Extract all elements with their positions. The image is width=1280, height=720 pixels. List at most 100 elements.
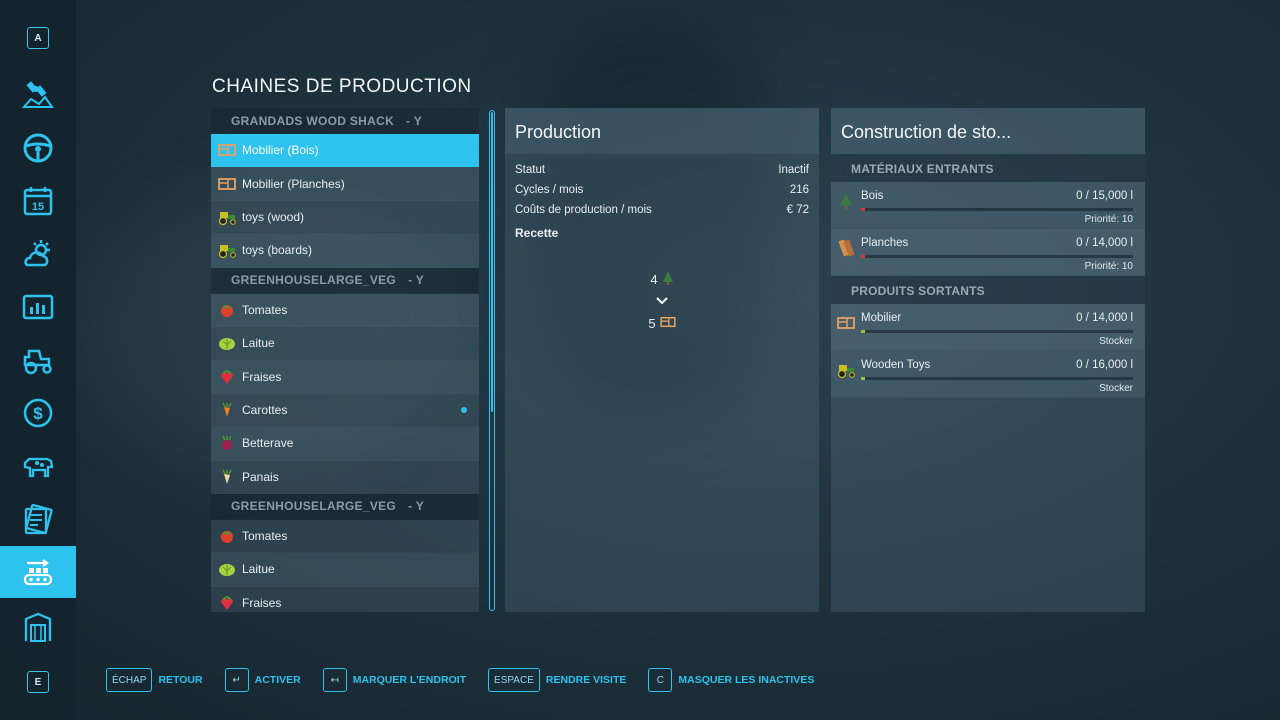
scrollbar-thumb[interactable] xyxy=(491,112,493,412)
stat-value: Inactif xyxy=(778,164,809,176)
fill-bar-level xyxy=(861,377,865,380)
production-icon xyxy=(23,559,53,586)
toy-tractor-icon xyxy=(836,359,856,381)
satellite-map-icon xyxy=(21,81,54,108)
material-priority[interactable]: Priorité: 10 xyxy=(1085,261,1133,272)
list-item[interactable]: Mobilier (Planches) xyxy=(211,167,479,201)
parsnip-icon xyxy=(217,468,237,486)
stat-row: Cycles / mois 216 xyxy=(505,180,819,200)
list-item[interactable]: Tomates xyxy=(211,519,479,554)
product-mode[interactable]: Stocker xyxy=(1099,383,1133,394)
hide-inactive-button[interactable]: MASQUER LES INACTIVES xyxy=(678,674,814,686)
list-item[interactable]: toys (wood) xyxy=(211,200,479,235)
fill-bar-level xyxy=(861,330,865,333)
mark-location-button[interactable]: MARQUER L'ENDROIT xyxy=(353,674,466,686)
fill-bar xyxy=(861,377,1133,380)
group-name: GREENHOUSELARGE_VEG xyxy=(231,499,397,514)
list-item[interactable]: Fraises xyxy=(211,360,479,394)
nav-storage[interactable] xyxy=(0,602,76,654)
carrot-icon xyxy=(217,401,237,419)
list-item[interactable]: Mobilier (Bois) xyxy=(211,134,479,168)
key-escape[interactable]: ÉCHAP xyxy=(106,668,153,692)
stat-value: € 72 xyxy=(786,204,809,216)
storage-title: Construction de sto... xyxy=(831,108,1145,154)
visit-button[interactable]: RENDRE VISITE xyxy=(546,674,627,686)
list-item[interactable]: toys (boards) xyxy=(211,234,479,268)
nav-statistics[interactable] xyxy=(0,281,76,333)
nav-weather[interactable] xyxy=(0,228,76,280)
tomato-icon xyxy=(217,301,237,319)
strawberry-icon xyxy=(217,368,237,386)
fill-bar xyxy=(861,255,1133,258)
list-item[interactable]: Laitue xyxy=(211,553,479,587)
nav-finances[interactable]: $ xyxy=(0,387,76,439)
list-item[interactable]: Tomates xyxy=(211,293,479,327)
nav-garage[interactable] xyxy=(0,334,76,386)
finances-icon: $ xyxy=(23,398,53,428)
key-backspace[interactable]: ↤ xyxy=(322,668,347,692)
stat-value: 216 xyxy=(789,184,809,196)
group-header: GREENHOUSELARGE_VEG - Y xyxy=(211,267,479,294)
outputs-header: PRODUITS SORTANTS xyxy=(831,276,1145,304)
storage-panel: Construction de sto... MATÉRIAUX ENTRANT… xyxy=(831,108,1145,612)
group-suffix: - Y xyxy=(408,273,425,288)
list-item-label: Mobilier (Bois) xyxy=(242,143,319,158)
tree-icon xyxy=(662,270,674,289)
list-item-label: Betterave xyxy=(242,436,294,451)
material-capacity: 0 / 15,000 l xyxy=(1076,190,1133,202)
sidebar-prev-key[interactable]: A xyxy=(27,27,49,49)
output-product-row: Wooden Toys 0 / 16,000 l Stocker xyxy=(831,351,1145,398)
fill-bar xyxy=(861,208,1133,211)
nav-vehicles[interactable] xyxy=(0,122,76,174)
material-priority[interactable]: Priorité: 10 xyxy=(1085,214,1133,225)
list-item-label: Carottes xyxy=(242,402,288,417)
nav-animals[interactable] xyxy=(0,440,76,492)
list-scrollbar[interactable] xyxy=(489,110,495,611)
nav-contracts[interactable] xyxy=(0,494,76,546)
stat-row: Statut Inactif xyxy=(505,160,819,180)
product-capacity: 0 / 16,000 l xyxy=(1076,359,1133,371)
fill-bar-level xyxy=(861,255,865,258)
nav-map[interactable] xyxy=(0,68,76,120)
nav-production[interactable] xyxy=(0,546,76,598)
list-item-label: toys (wood) xyxy=(242,209,305,224)
tomato-icon xyxy=(217,527,237,545)
material-capacity: 0 / 14,000 l xyxy=(1076,237,1133,249)
list-item[interactable]: Betterave xyxy=(211,427,479,461)
output-product-row: Mobilier 0 / 14,000 l Stocker xyxy=(831,304,1145,351)
stat-row: Coûts de production / mois € 72 xyxy=(505,200,819,220)
key-space[interactable]: ESPACE xyxy=(488,668,540,692)
production-title: Production xyxy=(505,108,819,154)
input-material-row: Planches 0 / 14,000 l Priorité: 10 xyxy=(831,229,1145,276)
list-item-label: Laitue xyxy=(242,562,275,577)
contracts-icon xyxy=(24,503,53,535)
key-c[interactable]: C xyxy=(648,668,673,692)
list-item[interactable]: Panais xyxy=(211,460,479,494)
sidebar-next-key[interactable]: E xyxy=(27,671,49,693)
weather-icon xyxy=(24,240,50,267)
stat-label: Coûts de production / mois xyxy=(515,204,652,216)
furniture-icon xyxy=(217,141,237,159)
list-item-label: Fraises xyxy=(242,595,282,610)
page-title: CHAINES DE PRODUCTION xyxy=(212,76,472,97)
nav-calendar[interactable]: 15 xyxy=(0,175,76,227)
group-suffix: - Y xyxy=(406,113,423,128)
toy-tractor-icon xyxy=(217,208,237,226)
production-panel: Production Statut Inactif Cycles / mois … xyxy=(505,108,819,612)
list-item[interactable]: Fraises xyxy=(211,586,479,612)
activate-button[interactable]: ACTIVER xyxy=(255,674,301,686)
list-item-label: Panais xyxy=(242,469,279,484)
lettuce-icon xyxy=(217,334,237,352)
key-enter[interactable]: ↵ xyxy=(224,668,249,692)
group-header: GREENHOUSELARGE_VEG - Y xyxy=(211,493,479,520)
tree-icon xyxy=(836,190,856,212)
back-button[interactable]: RETOUR xyxy=(158,674,202,686)
product-mode[interactable]: Stocker xyxy=(1099,336,1133,347)
list-item[interactable]: Laitue xyxy=(211,326,479,361)
furniture-icon xyxy=(217,175,237,193)
inputs-header: MATÉRIAUX ENTRANTS xyxy=(831,154,1145,182)
steering-wheel-icon xyxy=(23,133,53,163)
list-item[interactable]: Carottes xyxy=(211,393,479,428)
group-name: GREENHOUSELARGE_VEG xyxy=(231,273,397,288)
list-item-label: Laitue xyxy=(242,336,275,351)
